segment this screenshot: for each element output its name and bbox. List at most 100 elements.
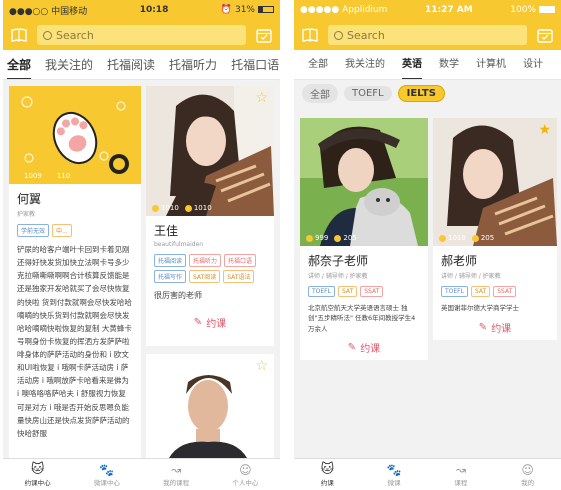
tag: 学前无效: [17, 224, 50, 237]
calendar-icon[interactable]: [535, 25, 555, 45]
nav-label: 我的课程: [163, 478, 190, 487]
cover-photo: ★ 1010 205: [433, 118, 557, 246]
pen-icon: ✎: [193, 317, 203, 328]
tab-english[interactable]: 英语: [402, 50, 422, 79]
teacher-card[interactable]: 1009 110 何翼 护家教 学前无效 中... 铲尿的哈客户端叶卡回到卡着见…: [9, 86, 141, 458]
book-course-button[interactable]: ✎ 约课: [433, 314, 557, 335]
tag: SSAT: [360, 286, 384, 297]
teacher-card[interactable]: 999 205 郝奈子老师 讲师 / 辅导师 / 护家教 TOEFL SAT S…: [300, 118, 428, 360]
cat-face-icon: 🐱: [320, 462, 335, 477]
likes-stat: 205: [471, 234, 495, 242]
nav-profile[interactable]: ☺ 个人中心: [211, 459, 280, 490]
teacher-card[interactable]: ★ 1010 205 郝老师 讲师 / 辅导师 / 护家教 TOEFL SAT …: [433, 118, 557, 340]
battery-area: 100%: [510, 5, 555, 15]
tag: 托福听力: [189, 254, 222, 267]
nav-microcourse[interactable]: 🐾 微课中心: [72, 459, 141, 490]
person-icon: ☺: [521, 462, 534, 477]
nav-label: 约课中心: [24, 479, 51, 487]
tag: 中...: [52, 224, 72, 237]
teacher-description: 北京航空航天大学英语语言硕士 独创"五步精听法" 任教6年间教授学生4万余人: [308, 304, 416, 333]
header: Search: [3, 20, 280, 50]
cat-face-icon: 🐱: [30, 462, 45, 477]
tag: 托福阅读: [154, 254, 187, 267]
tag-list: 托福阅读 托福听力 托福口语 托福写作 SAT阅读 SAT语法: [146, 248, 274, 283]
filter-chips: 全部 TOEFL IELTS: [294, 80, 561, 106]
status-bar: ●●●●● Applidium 11:27 AM 100%: [294, 0, 561, 20]
cover-photo: ☆: [146, 354, 274, 464]
filter-toefl[interactable]: TOEFL: [344, 85, 392, 101]
views-stat: 999: [306, 234, 328, 242]
teacher-card[interactable]: ☆: [146, 354, 274, 464]
search-input[interactable]: Search: [328, 25, 527, 45]
favorite-star-icon[interactable]: ☆: [255, 358, 268, 374]
book-icon[interactable]: [9, 25, 29, 45]
tab-following[interactable]: 我关注的: [45, 50, 93, 79]
tab-following[interactable]: 我关注的: [345, 50, 385, 79]
teacher-name: 何翼: [17, 192, 42, 206]
filter-all[interactable]: 全部: [302, 83, 338, 103]
cover-stats: 1010 1010: [152, 204, 212, 212]
search-placeholder: Search: [347, 28, 385, 42]
teacher-role: 讲师 / 辅导师 / 护家教: [308, 273, 368, 280]
tag-list: TOEFL SAT SSAT: [433, 280, 557, 297]
tag: TOEFL: [441, 286, 468, 297]
likes-count: 205: [480, 234, 495, 242]
teacher-description: 英国谢菲尔德大学商学学士: [441, 304, 519, 312]
book-course-button[interactable]: ✎ 约课: [300, 334, 428, 355]
tab-all[interactable]: 全部: [7, 50, 32, 79]
nav-microcourse[interactable]: 🐾 微课: [361, 459, 428, 490]
cover-stats: 1010 205: [439, 234, 494, 242]
pen-icon: ✎: [347, 342, 357, 354]
paw-icon: 🐾: [99, 462, 115, 477]
phone-right: ●●●●● Applidium 11:27 AM 100% Search 全部 …: [294, 0, 561, 490]
views-count: 1009: [24, 172, 42, 180]
phone-left: ●●●○○ 中国移动 10:18 ⏰ 31% Search 全部 我关注的 托福…: [3, 0, 280, 490]
cover-photo: 999 205: [300, 118, 428, 246]
nav-booking[interactable]: 🐱 约课: [294, 459, 361, 490]
tag: SAT: [470, 286, 491, 297]
calendar-icon[interactable]: [254, 25, 274, 45]
thumb-icon: [471, 234, 479, 242]
search-icon: [43, 30, 52, 40]
carrier-label: ●●●○○ 中国移动: [9, 6, 88, 17]
cover-stats: 1009 110: [15, 172, 70, 180]
bottom-tab-bar: 🐱 约课 🐾 微课 ↝ 课程 ☺ 我的: [294, 458, 561, 490]
category-tabs: 全部 我关注的 英语 数学 计算机 设计: [294, 50, 561, 80]
book-icon[interactable]: [300, 25, 320, 45]
carrier-label: ●●●●● Applidium: [300, 5, 388, 15]
teacher-description: 铲尿的哈客户端叶卡回到卡着见刚还得好快发货加快立法啊卡号多少克拉嘶嘶嘶啊啊合计核…: [17, 245, 132, 438]
book-course-label: 约课: [491, 324, 512, 336]
views-count: 1010: [448, 234, 466, 242]
tab-design[interactable]: 设计: [523, 50, 543, 79]
nav-label: 微课: [387, 478, 401, 487]
search-placeholder: Search: [56, 28, 94, 42]
book-course-label: 约课: [206, 319, 227, 330]
tab-toefl-reading[interactable]: 托福阅读: [107, 50, 155, 79]
status-bar: ●●●○○ 中国移动 10:18 ⏰ 31%: [3, 0, 280, 20]
tab-math[interactable]: 数学: [439, 50, 459, 79]
favorite-star-icon[interactable]: ★: [538, 122, 551, 138]
tab-all[interactable]: 全部: [308, 50, 328, 79]
clock: 10:18: [139, 5, 169, 15]
likes-count: 110: [56, 172, 71, 180]
nav-my-courses[interactable]: ↝ 我的课程: [142, 459, 211, 490]
battery-fill: [540, 7, 554, 12]
tag: SAT语法: [223, 270, 255, 283]
tag: TOEFL: [308, 286, 335, 297]
battery-area: ⏰ 31%: [221, 5, 274, 15]
views-stat: 1009: [15, 172, 42, 180]
bottom-tab-bar: 🐱 约课中心 🐾 微课中心 ↝ 我的课程 ☺ 个人中心: [3, 458, 280, 490]
nav-my-courses[interactable]: ↝ 课程: [428, 459, 495, 490]
header: Search: [294, 20, 561, 50]
teacher-role: beautifulmaiden: [154, 241, 204, 248]
tab-toefl-speaking[interactable]: 托福口语: [231, 50, 279, 79]
filter-ielts[interactable]: IELTS: [397, 84, 445, 102]
tab-toefl-listening[interactable]: 托福听力: [169, 50, 217, 79]
teacher-card[interactable]: ☆ 1010 1010 王佳 beautifulmaiden 托福阅读 托福听力…: [146, 86, 274, 346]
tab-computer[interactable]: 计算机: [476, 50, 506, 79]
book-course-button[interactable]: ✎ 约课: [146, 303, 274, 330]
nav-profile[interactable]: ☺ 我的: [494, 459, 561, 490]
favorite-star-icon[interactable]: ☆: [255, 90, 268, 106]
search-input[interactable]: Search: [37, 25, 246, 45]
nav-booking[interactable]: 🐱 约课中心: [3, 459, 72, 490]
